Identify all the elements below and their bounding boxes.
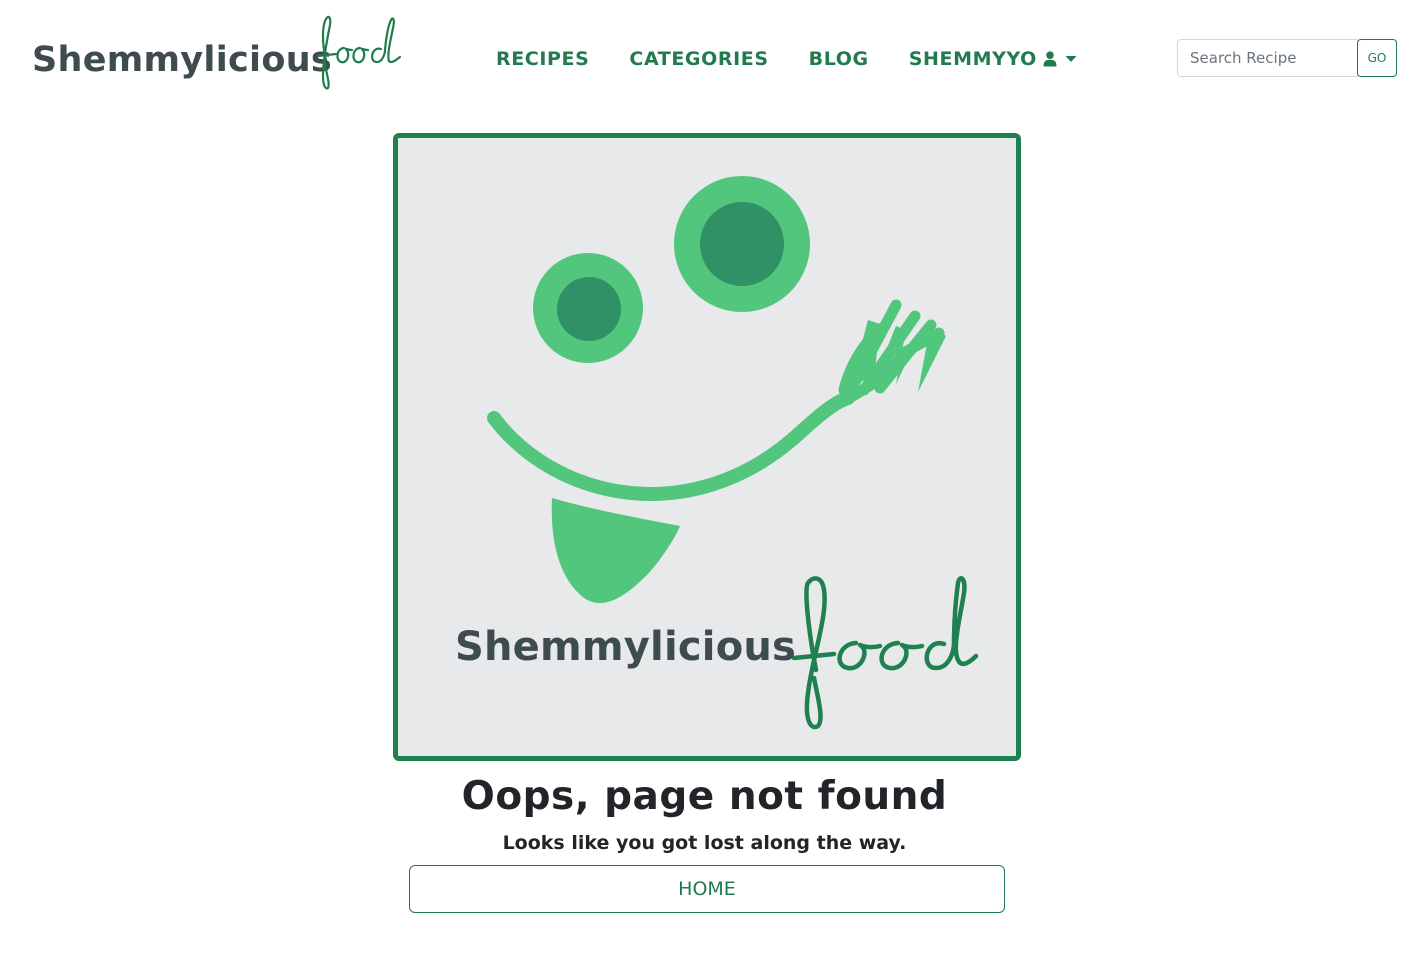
page-subtitle: Looks like you got lost along the way. [502,832,907,854]
search-form: GO [1177,39,1397,77]
search-input[interactable] [1177,39,1358,77]
brand-logo-image: Shemmylicious [393,133,1021,761]
user-dropdown-toggle[interactable]: SHEMMYYO [909,48,1077,70]
user-icon [1043,51,1057,67]
nav-link-recipes[interactable]: RECIPES [496,48,589,70]
nav-links: RECIPES CATEGORIES BLOG SHEMMYYO [496,44,1117,74]
nav-link-categories[interactable]: CATEGORIES [629,48,768,70]
logo-wordmark: Shemmylicious [455,624,797,670]
caret-down-icon [1065,55,1077,63]
user-name: SHEMMYYO [908,48,1037,70]
nav-link-blog[interactable]: BLOG [809,48,869,70]
page-title: Oops, page not found [461,774,948,819]
navbar: Shemmylicious RECIPES CATEGORIES BLOG SH… [0,0,1409,110]
home-button[interactable]: HOME [409,865,1005,913]
brand-name: Shemmylicious [32,40,333,80]
brand-script-logo [314,14,404,98]
search-go-button[interactable]: GO [1357,39,1397,77]
brand-logo-link[interactable]: Shemmylicious [32,14,412,94]
